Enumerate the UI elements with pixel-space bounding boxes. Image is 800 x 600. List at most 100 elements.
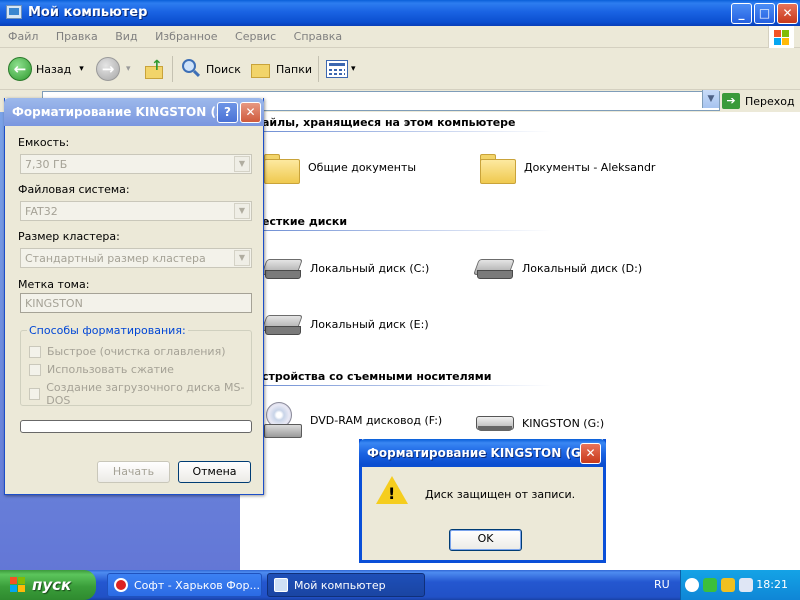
address-dropdown-icon[interactable]: ▼: [702, 90, 719, 108]
checkbox-box[interactable]: [29, 345, 41, 358]
maximize-button[interactable]: □: [754, 3, 775, 24]
menu-edit[interactable]: Правка: [48, 26, 104, 43]
item-label: DVD-RAM дисковод (F:): [310, 413, 443, 427]
search-icon: [180, 58, 202, 80]
menu-favorites[interactable]: Избранное: [147, 26, 223, 43]
forward-dropdown-icon[interactable]: ▾: [126, 64, 131, 74]
cluster-size-label: Размер кластера:: [18, 230, 120, 243]
taskbar-item-label: Софт - Харьков Фор...: [134, 578, 260, 592]
cluster-size-select[interactable]: Стандартный размер кластера ▼: [20, 248, 252, 268]
window-titlebar[interactable]: Мой компьютер _ □ ✕: [0, 0, 800, 26]
item-label: Общие документы: [308, 160, 417, 174]
chevron-down-icon[interactable]: ▼: [234, 203, 250, 219]
folders-button[interactable]: Папки: [250, 54, 312, 84]
format-dialog-titlebar[interactable]: Форматирование KINGSTON (… ? ✕: [4, 98, 264, 126]
network-icon[interactable]: [703, 578, 717, 592]
minimize-button[interactable]: _: [731, 3, 752, 24]
computer-icon: [6, 5, 22, 19]
views-button[interactable]: ▾: [326, 54, 356, 84]
chevron-down-icon[interactable]: ▼: [234, 156, 250, 172]
alert-titlebar[interactable]: Форматирование KINGSTON (G:) ✕: [359, 439, 606, 467]
group-header-hard-drives: есткие диски: [262, 215, 348, 228]
cluster-size-value: Стандартный размер кластера: [25, 252, 206, 265]
cancel-button[interactable]: Отмена: [178, 461, 251, 483]
windows-flag-icon: [10, 577, 26, 593]
folder-icon: [264, 152, 300, 184]
taskbar-item-browser[interactable]: Софт - Харьков Фор...: [107, 573, 262, 597]
menu-help[interactable]: Справка: [286, 26, 348, 43]
group-header-files: айлы, хранящиеся на этом компьютере: [262, 116, 516, 129]
toolbar: ← Назад ▾ → ▾ ↑ Поиск Папки ▾: [0, 48, 800, 90]
compression-label: Использовать сжатие: [47, 363, 174, 376]
removable-drive-icon: [474, 410, 514, 436]
volume-label-label: Метка тома:: [18, 278, 90, 291]
toolbar-separator-2: [318, 56, 319, 82]
group-header-removable: стройства со съемными носителями: [262, 370, 492, 383]
security-icon[interactable]: [721, 578, 735, 592]
format-close-button[interactable]: ✕: [240, 102, 261, 123]
clock: 18:21: [756, 578, 788, 591]
group-divider: [262, 230, 552, 231]
views-icon: [326, 60, 348, 78]
help-button[interactable]: ?: [217, 102, 238, 123]
capacity-value: 7,30 ГБ: [25, 158, 68, 171]
tray-expand-icon[interactable]: [685, 578, 699, 592]
go-button[interactable]: ➔ Переход: [722, 91, 795, 111]
format-options-title: Способы форматирования:: [27, 324, 188, 337]
back-label: Назад: [36, 62, 72, 76]
forward-button[interactable]: → ▾: [96, 54, 131, 84]
toolbar-separator: [172, 56, 173, 82]
item-drive-e[interactable]: Локальный диск (E:): [262, 311, 429, 337]
chevron-down-icon[interactable]: ▼: [234, 250, 250, 266]
alert-close-button[interactable]: ✕: [580, 443, 601, 464]
checkbox-box[interactable]: [29, 388, 41, 400]
up-folder-button[interactable]: ↑: [143, 54, 167, 84]
views-dropdown-icon[interactable]: ▾: [351, 64, 356, 74]
menu-bar: Файл Правка Вид Избранное Сервис Справка: [0, 26, 800, 48]
msdos-boot-checkbox[interactable]: Создание загрузочного диска MS-DOS: [29, 381, 251, 407]
filesystem-value: FAT32: [25, 205, 58, 218]
menu-tools[interactable]: Сервис: [227, 26, 282, 43]
windows-logo-icon: [768, 26, 794, 48]
item-dvd-f[interactable]: DVD-RAM дисковод (F:): [262, 402, 442, 438]
quick-format-checkbox[interactable]: Быстрое (очистка оглавления): [29, 345, 225, 358]
start-button[interactable]: пуск: [0, 570, 96, 600]
folders-icon: [250, 59, 272, 79]
item-shared-documents[interactable]: Общие документы: [264, 152, 417, 184]
search-button[interactable]: Поиск: [180, 54, 241, 84]
hard-drive-icon: [262, 255, 302, 281]
start-button[interactable]: Начать: [97, 461, 170, 483]
close-button[interactable]: ✕: [777, 3, 798, 24]
item-user-documents[interactable]: Документы - Aleksandr: [480, 152, 655, 184]
back-arrow-icon: ←: [8, 57, 32, 81]
start-label: пуск: [32, 576, 72, 594]
hard-drive-icon: [262, 311, 302, 337]
computer-icon: [274, 578, 288, 592]
opera-icon: [114, 578, 128, 592]
alert-title: Форматирование KINGSTON (G:): [367, 446, 592, 460]
language-indicator[interactable]: RU: [654, 578, 670, 591]
folders-label: Папки: [276, 62, 312, 76]
item-drive-c[interactable]: Локальный диск (C:): [262, 255, 429, 281]
menu-file[interactable]: Файл: [0, 26, 44, 43]
menu-view[interactable]: Вид: [107, 26, 143, 43]
format-progress-bar: [20, 420, 252, 433]
write-protect-alert: Форматирование KINGSTON (G:) ✕ ! Диск за…: [359, 439, 606, 563]
taskbar-item-my-computer[interactable]: Мой компьютер: [267, 573, 425, 597]
compression-checkbox[interactable]: Использовать сжатие: [29, 363, 174, 376]
volume-label-input[interactable]: KINGSTON: [20, 293, 252, 313]
back-button[interactable]: ← Назад ▾: [8, 54, 84, 84]
search-label: Поиск: [206, 62, 241, 76]
format-options-group: Способы форматирования: Быстрое (очистка…: [20, 324, 252, 407]
capacity-select[interactable]: 7,30 ГБ ▼: [20, 154, 252, 174]
filesystem-select[interactable]: FAT32 ▼: [20, 201, 252, 221]
window-title: Мой компьютер: [28, 5, 148, 20]
back-dropdown-icon[interactable]: ▾: [79, 64, 84, 74]
item-kingston-g[interactable]: KINGSTON (G:): [474, 410, 604, 436]
volume-icon[interactable]: [739, 578, 753, 592]
item-label: Локальный диск (C:): [310, 261, 430, 275]
ok-button[interactable]: OK: [449, 529, 522, 551]
item-drive-d[interactable]: Локальный диск (D:): [474, 255, 642, 281]
checkbox-box[interactable]: [29, 363, 41, 376]
format-dialog-title: Форматирование KINGSTON (…: [12, 105, 228, 119]
